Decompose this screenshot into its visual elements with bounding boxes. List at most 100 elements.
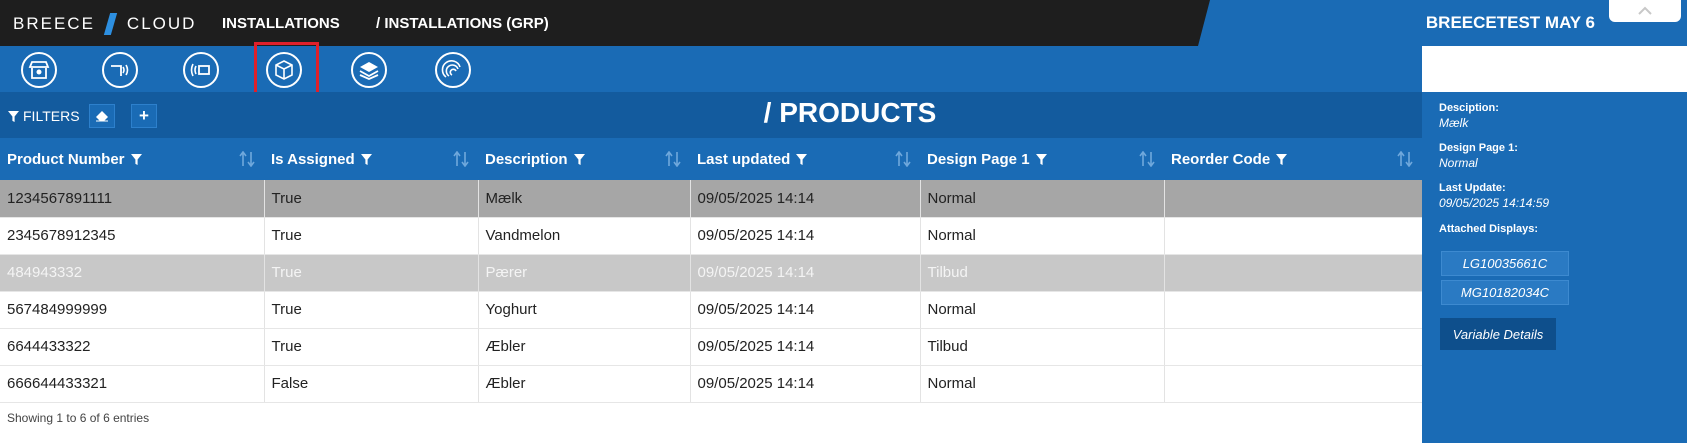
table-info: Showing 1 to 6 of 6 entries	[7, 411, 150, 425]
cell-description: Mælk	[478, 180, 691, 218]
last-update-label: Last Update:	[1439, 182, 1506, 194]
table-row[interactable]: 6644433322 True Æbler 09/05/2025 14:14 T…	[0, 328, 1423, 366]
cell-last-updated: 09/05/2025 14:14	[690, 180, 921, 218]
cell-is-assigned: True	[264, 180, 479, 218]
breadcrumb-installations[interactable]: INSTALLATIONS	[222, 15, 340, 32]
sort-icon[interactable]	[238, 151, 256, 167]
sort-icon[interactable]	[894, 151, 912, 167]
cell-is-assigned: True	[264, 291, 479, 329]
last-update-value: 09/05/2025 14:14:59	[1439, 196, 1550, 210]
table-row[interactable]: 484943332 True Pærer 09/05/2025 14:14 Ti…	[0, 254, 1423, 292]
cell-last-updated: 09/05/2025 14:14	[690, 365, 921, 403]
filters-label: FILTERS	[23, 108, 80, 124]
cell-design-page-1: Normal	[920, 291, 1165, 329]
cell-reorder-code	[1164, 180, 1423, 218]
cell-is-assigned: True	[264, 217, 479, 255]
cell-description: Vandmelon	[478, 217, 691, 255]
clear-filters-button[interactable]	[89, 104, 115, 128]
product-details-panel: Desciption: Mælk Design Page 1: Normal L…	[1422, 92, 1687, 443]
signal-display-icon[interactable]	[102, 52, 138, 88]
tenant-name[interactable]: BREECETEST MAY 6	[1426, 13, 1595, 33]
cell-product-number: 2345678912345	[0, 217, 265, 255]
cell-product-number: 666644433321	[0, 365, 265, 403]
design-page-label: Design Page 1:	[1439, 142, 1518, 154]
cell-is-assigned: True	[264, 328, 479, 366]
filters-toggle[interactable]: FILTERS	[8, 108, 80, 124]
column-header-design-page-1[interactable]: Design Page 1	[920, 138, 1164, 180]
attached-display-item[interactable]: MG10182034C	[1441, 280, 1569, 305]
nfc-tag-icon[interactable]	[183, 52, 219, 88]
column-header-description[interactable]: Description	[478, 138, 690, 180]
column-header-is-assigned[interactable]: Is Assigned	[264, 138, 478, 180]
description-value: Mælk	[1439, 116, 1469, 130]
sort-icon[interactable]	[664, 151, 682, 167]
column-header-last-updated[interactable]: Last updated	[690, 138, 920, 180]
design-page-value: Normal	[1439, 156, 1478, 170]
cell-design-page-1: Normal	[920, 180, 1165, 218]
cell-design-page-1: Tilbud	[920, 328, 1165, 366]
breadcrumb-installations-grp[interactable]: / INSTALLATIONS (GRP)	[376, 15, 549, 32]
chevron-up-icon	[1638, 6, 1652, 15]
cell-description: Æbler	[478, 365, 691, 403]
eraser-icon	[96, 111, 108, 122]
sort-icon[interactable]	[1396, 151, 1414, 167]
sort-icon[interactable]	[1138, 151, 1156, 167]
filter-bar: FILTERS + / PRODUCTS	[0, 92, 1422, 138]
cell-is-assigned: True	[264, 254, 479, 292]
cell-product-number: 6644433322	[0, 328, 265, 366]
cell-design-page-1: Tilbud	[920, 254, 1165, 292]
logo-right-text: CLOUD	[126, 14, 197, 33]
products-panel: FILTERS + / PRODUCTS Product Number Is A…	[0, 92, 1423, 443]
logo-slash	[103, 13, 118, 35]
app-logo[interactable]: BREECE CLOUD	[13, 13, 196, 35]
cell-product-number: 567484999999	[0, 291, 265, 329]
filter-icon	[8, 110, 19, 122]
cell-last-updated: 09/05/2025 14:14	[690, 328, 921, 366]
logo-left-text: BREECE	[13, 14, 95, 33]
column-header-product-number[interactable]: Product Number	[0, 138, 264, 180]
table-row[interactable]: 567484999999 True Yoghurt 09/05/2025 14:…	[0, 291, 1423, 329]
cell-last-updated: 09/05/2025 14:14	[690, 291, 921, 329]
column-filter-icon[interactable]	[1035, 154, 1047, 166]
cell-description: Pærer	[478, 254, 691, 292]
cell-reorder-code	[1164, 291, 1423, 329]
column-filter-icon[interactable]	[130, 154, 142, 166]
cell-reorder-code	[1164, 217, 1423, 255]
column-filter-icon[interactable]	[1276, 154, 1288, 166]
cell-design-page-1: Normal	[920, 217, 1165, 255]
description-label: Desciption:	[1439, 102, 1499, 114]
gateway-icon[interactable]	[435, 52, 471, 88]
cell-reorder-code	[1164, 328, 1423, 366]
attached-displays-label: Attached Displays:	[1439, 223, 1539, 235]
cell-design-page-1: Normal	[920, 365, 1165, 403]
collapse-header-button[interactable]	[1609, 0, 1681, 22]
plus-icon: +	[139, 106, 149, 125]
cell-description: Æbler	[478, 328, 691, 366]
table-row[interactable]: 2345678912345 True Vandmelon 09/05/2025 …	[0, 217, 1423, 255]
table-row[interactable]: 666644433321 False Æbler 09/05/2025 14:1…	[0, 365, 1423, 403]
variable-details-button[interactable]: Variable Details	[1440, 318, 1556, 350]
products-table: Product Number Is Assigned Description L…	[0, 138, 1423, 403]
table-header-row: Product Number Is Assigned Description L…	[0, 138, 1422, 180]
cell-product-number: 1234567891111	[0, 180, 265, 218]
attached-display-item[interactable]: LG10035661C	[1441, 251, 1569, 276]
store-icon[interactable]	[21, 52, 57, 88]
module-toolbar	[0, 46, 1422, 92]
table-row[interactable]: 1234567891111 True Mælk 09/05/2025 14:14…	[0, 180, 1423, 218]
cell-reorder-code	[1164, 254, 1423, 292]
selected-module-highlight	[254, 42, 319, 96]
cell-last-updated: 09/05/2025 14:14	[690, 217, 921, 255]
column-filter-icon[interactable]	[360, 154, 372, 166]
sort-icon[interactable]	[452, 151, 470, 167]
column-filter-icon[interactable]	[573, 154, 585, 166]
column-filter-icon[interactable]	[796, 154, 808, 166]
cell-product-number: 484943332	[0, 254, 265, 292]
cell-description: Yoghurt	[478, 291, 691, 329]
add-product-button[interactable]: +	[131, 104, 157, 128]
cell-is-assigned: False	[264, 365, 479, 403]
cell-last-updated: 09/05/2025 14:14	[690, 254, 921, 292]
layers-icon[interactable]	[351, 52, 387, 88]
top-bar: BREECE CLOUD INSTALLATIONS / INSTALLATIO…	[0, 0, 1687, 46]
cell-reorder-code	[1164, 365, 1423, 403]
column-header-reorder-code[interactable]: Reorder Code	[1164, 138, 1422, 180]
